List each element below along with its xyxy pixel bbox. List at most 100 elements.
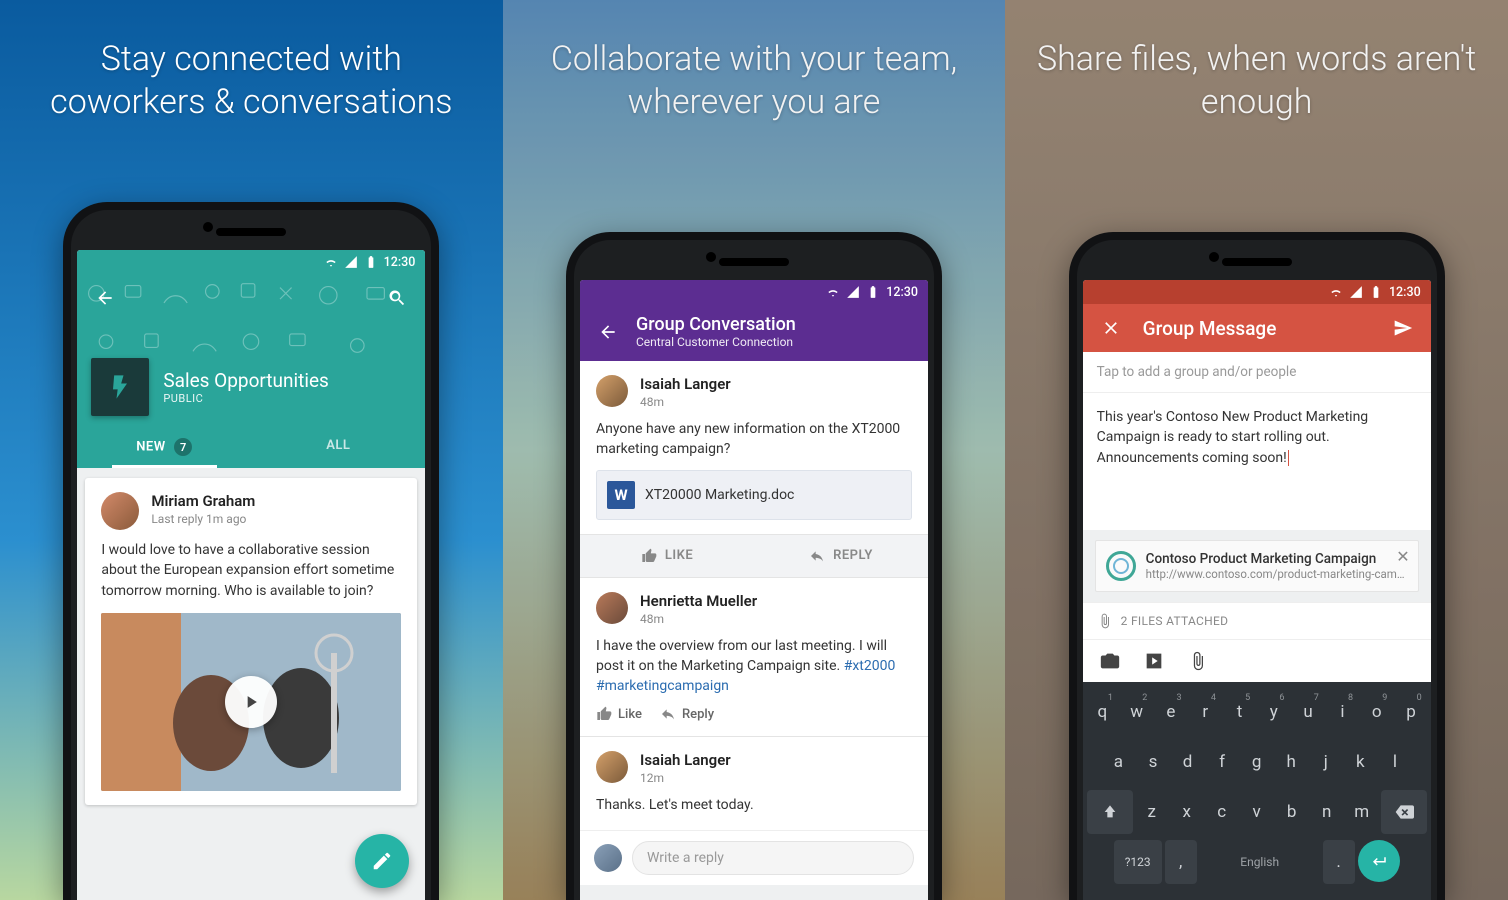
post-meta: 48m bbox=[640, 395, 731, 409]
key-b[interactable]: b bbox=[1276, 790, 1308, 834]
key-m[interactable]: m bbox=[1346, 790, 1378, 834]
battery-icon bbox=[1369, 285, 1383, 299]
key-d[interactable]: d bbox=[1172, 740, 1204, 784]
backspace-icon bbox=[1394, 802, 1414, 822]
key-s[interactable]: s bbox=[1137, 740, 1169, 784]
reply-icon bbox=[660, 706, 676, 722]
key-x[interactable]: x bbox=[1171, 790, 1203, 834]
reply-button-inline[interactable]: Reply bbox=[660, 706, 714, 722]
key-v[interactable]: v bbox=[1241, 790, 1273, 834]
key-p[interactable]: p0 bbox=[1395, 690, 1426, 734]
send-button[interactable] bbox=[1389, 314, 1417, 342]
phone-1: 12:30 bbox=[63, 202, 439, 900]
attachment-card[interactable]: W XT20000 Marketing.doc bbox=[596, 470, 912, 520]
paperclip-icon bbox=[1188, 651, 1208, 671]
thumb-up-icon bbox=[641, 548, 657, 564]
key-backspace[interactable] bbox=[1381, 790, 1427, 834]
compose-fab[interactable] bbox=[355, 834, 409, 888]
key-u[interactable]: u7 bbox=[1292, 690, 1323, 734]
post-author: Miriam Graham bbox=[151, 492, 255, 510]
key-l[interactable]: l bbox=[1379, 740, 1411, 784]
headline-2: Collaborate with your team, wherever you… bbox=[503, 0, 1006, 130]
header-subtitle: Central Customer Connection bbox=[636, 335, 796, 349]
key-j[interactable]: j bbox=[1310, 740, 1342, 784]
key-space[interactable]: English bbox=[1200, 840, 1320, 884]
search-icon bbox=[387, 288, 407, 308]
reply-input[interactable]: Write a reply bbox=[632, 841, 914, 875]
key-enter[interactable] bbox=[1358, 840, 1400, 882]
files-attached-label[interactable]: 2 FILES ATTACHED bbox=[1083, 602, 1431, 640]
key-w[interactable]: w2 bbox=[1121, 690, 1152, 734]
post-media[interactable] bbox=[101, 613, 401, 791]
arrow-left-icon bbox=[598, 322, 618, 342]
link-attachment[interactable]: Contoso Product Marketing Campaign http:… bbox=[1095, 540, 1419, 592]
post-body: Thanks. Let's meet today. bbox=[596, 795, 912, 815]
reply-bar: Write a reply bbox=[580, 830, 928, 885]
compose-body[interactable]: This year's Contoso New Product Marketin… bbox=[1083, 393, 1431, 482]
key-e[interactable]: e3 bbox=[1155, 690, 1186, 734]
key-i[interactable]: i8 bbox=[1327, 690, 1358, 734]
hashtag[interactable]: #xt2000 bbox=[844, 658, 896, 674]
key-h[interactable]: h bbox=[1275, 740, 1307, 784]
send-icon bbox=[1393, 318, 1413, 338]
post-card[interactable]: Henrietta Mueller 48m I have the overvie… bbox=[580, 578, 928, 738]
signal-icon bbox=[846, 285, 860, 299]
headline-3: Share files, when words aren't enough bbox=[1005, 0, 1508, 130]
key-c[interactable]: c bbox=[1206, 790, 1238, 834]
post-meta: Last reply 1m ago bbox=[151, 512, 255, 526]
media-toolbar bbox=[1083, 640, 1431, 682]
like-button[interactable]: LIKE bbox=[580, 535, 754, 577]
attach-button[interactable] bbox=[1185, 650, 1211, 672]
key-t[interactable]: t5 bbox=[1224, 690, 1255, 734]
bolt-icon bbox=[106, 373, 134, 401]
hashtag[interactable]: #marketingcampaign bbox=[596, 678, 729, 694]
back-button[interactable] bbox=[91, 284, 119, 312]
tab-new[interactable]: NEW 7 bbox=[77, 426, 251, 468]
key-k[interactable]: k bbox=[1345, 740, 1377, 784]
avatar-self bbox=[594, 844, 622, 872]
avatar bbox=[101, 492, 139, 530]
header-title: Group Conversation bbox=[636, 314, 796, 335]
post-card[interactable]: Miriam Graham Last reply 1m ago I would … bbox=[85, 478, 417, 805]
avatar bbox=[596, 592, 628, 624]
key-r[interactable]: r4 bbox=[1190, 690, 1221, 734]
close-button[interactable] bbox=[1097, 314, 1125, 342]
remove-link-button[interactable]: ✕ bbox=[1396, 547, 1409, 566]
key-g[interactable]: g bbox=[1241, 740, 1273, 784]
camera-button[interactable] bbox=[1097, 650, 1123, 672]
reply-icon bbox=[809, 548, 825, 564]
post-card[interactable]: Isaiah Langer 48m Anyone have any new in… bbox=[580, 361, 928, 535]
key-shift[interactable] bbox=[1087, 790, 1133, 834]
play-button[interactable] bbox=[225, 676, 277, 728]
key-o[interactable]: o9 bbox=[1361, 690, 1392, 734]
key-q[interactable]: q1 bbox=[1087, 690, 1118, 734]
status-bar: 12:30 bbox=[77, 250, 425, 274]
signal-icon bbox=[344, 255, 358, 269]
key-n[interactable]: n bbox=[1311, 790, 1343, 834]
status-time: 12:30 bbox=[384, 255, 416, 270]
key-f[interactable]: f bbox=[1206, 740, 1238, 784]
key-y[interactable]: y6 bbox=[1258, 690, 1289, 734]
like-button-inline[interactable]: Like bbox=[596, 706, 642, 722]
video-button[interactable] bbox=[1141, 650, 1167, 672]
battery-icon bbox=[866, 285, 880, 299]
post-card[interactable]: Isaiah Langer 12m Thanks. Let's meet tod… bbox=[580, 737, 928, 829]
post-body: I have the overview from our last meetin… bbox=[596, 636, 912, 697]
link-title: Contoso Product Marketing Campaign bbox=[1146, 551, 1408, 567]
arrow-left-icon bbox=[95, 288, 115, 308]
tab-all[interactable]: ALL bbox=[251, 426, 425, 468]
key-symbols[interactable]: ?123 bbox=[1114, 840, 1162, 884]
group-title: Sales Opportunities bbox=[163, 369, 329, 392]
recipients-field[interactable]: Tap to add a group and/or people bbox=[1083, 352, 1431, 393]
reply-button[interactable]: REPLY bbox=[754, 535, 928, 577]
status-bar: 12:30 bbox=[580, 280, 928, 304]
key-period[interactable]: . bbox=[1323, 840, 1355, 884]
key-z[interactable]: z bbox=[1136, 790, 1168, 834]
play-icon bbox=[241, 692, 261, 712]
search-button[interactable] bbox=[383, 284, 411, 312]
back-button[interactable] bbox=[594, 318, 622, 346]
post-author: Isaiah Langer bbox=[640, 751, 731, 769]
paperclip-icon bbox=[1097, 613, 1113, 629]
key-comma[interactable]: , bbox=[1165, 840, 1197, 884]
key-a[interactable]: a bbox=[1103, 740, 1135, 784]
